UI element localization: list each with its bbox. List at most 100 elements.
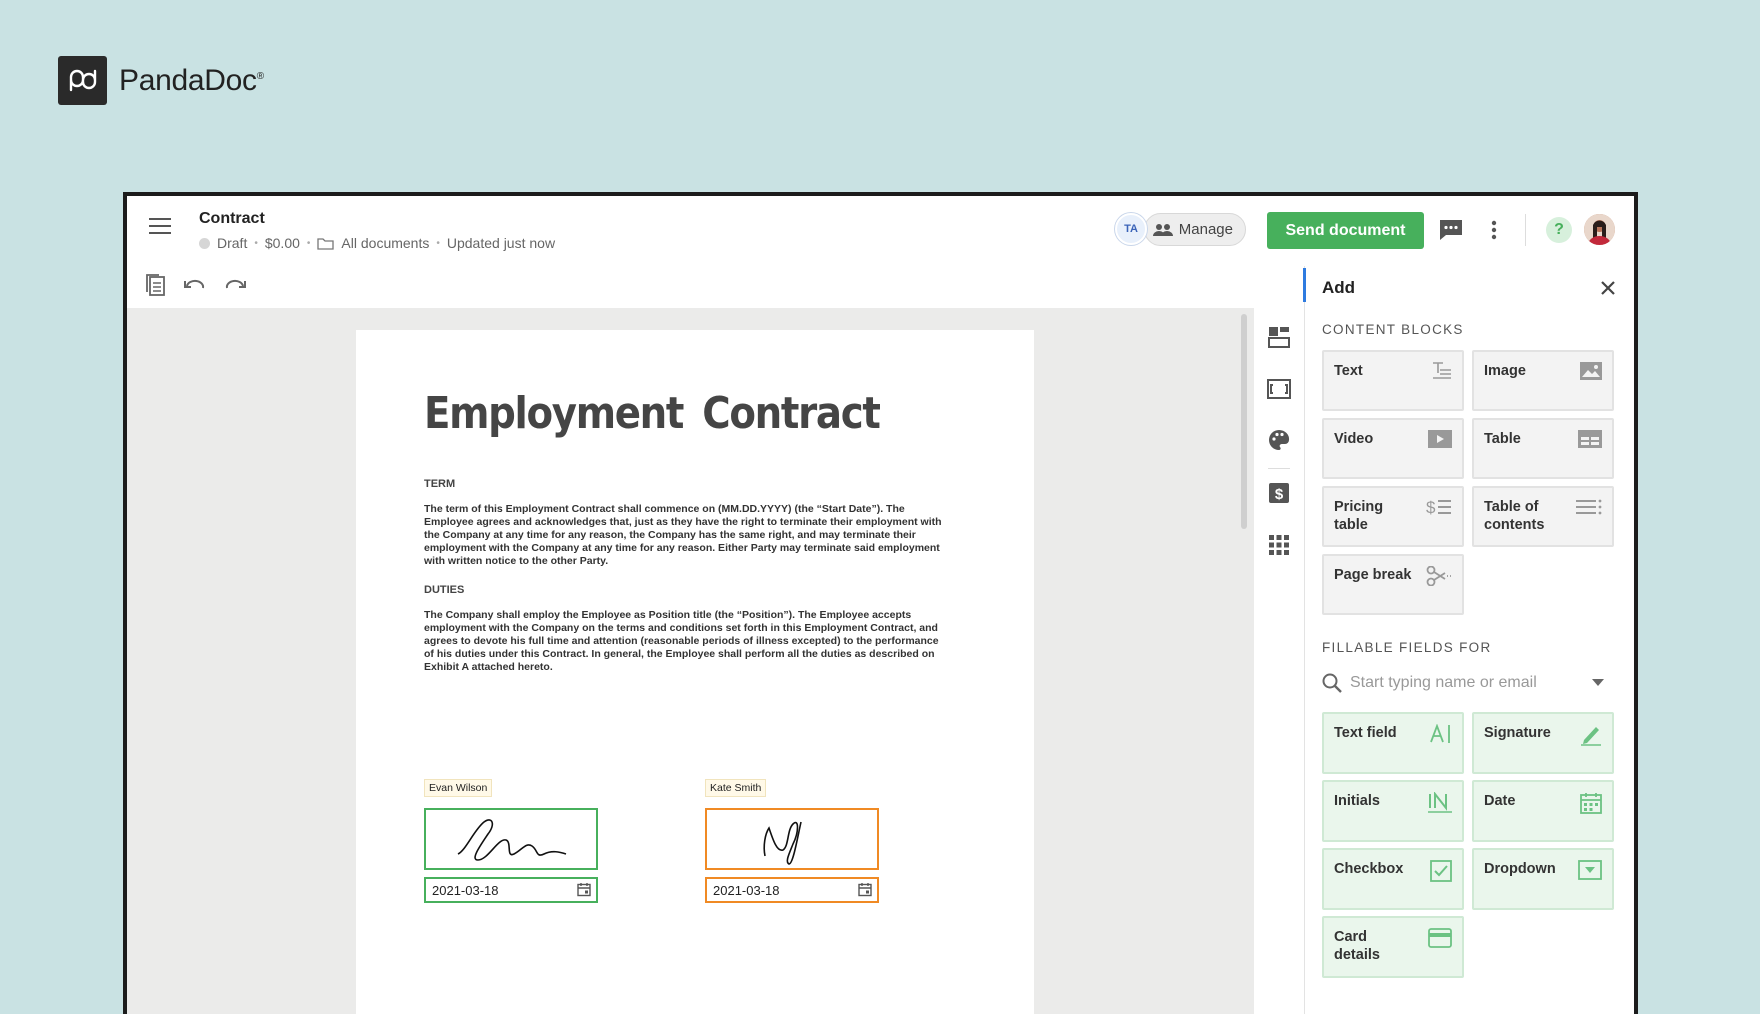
signature-field-block[interactable]: Signature — [1472, 712, 1614, 774]
updated-text: Updated just now — [446, 235, 556, 251]
video-block[interactable]: Video — [1322, 418, 1464, 479]
apps-icon[interactable] — [1266, 532, 1292, 558]
redo-icon[interactable] — [222, 272, 248, 298]
table-of-contents-block[interactable]: Table of contents — [1472, 486, 1614, 547]
signature-drawing — [457, 819, 567, 861]
scissors-icon — [1426, 566, 1451, 586]
document-meta: Draft • $0.00 • All documents • Updated … — [199, 235, 555, 251]
field-label: Text field — [1334, 725, 1397, 741]
document-heading: Employment Contract — [424, 388, 881, 439]
text-icon — [1433, 362, 1451, 379]
side-rail: $ — [1254, 308, 1304, 1014]
folder-link[interactable]: All documents — [341, 235, 429, 251]
section-title: TERM — [424, 478, 456, 490]
panel-active-indicator — [1303, 268, 1306, 302]
editor-toolbar — [127, 266, 1257, 302]
pricing-table-block[interactable]: Pricing table $ — [1322, 486, 1464, 547]
search-input[interactable] — [1350, 674, 1580, 692]
top-bar: Contract Draft • $0.00 • All documents •… — [127, 196, 1634, 266]
section-body: The Company shall employ the Employee as… — [424, 609, 939, 673]
block-label: Video — [1334, 431, 1374, 447]
send-document-button[interactable]: Send document — [1267, 212, 1424, 249]
block-label: Table — [1484, 431, 1521, 447]
dropdown-icon — [1578, 860, 1602, 880]
add-panel: Add CONTENT BLOCKS Text Image Video Tabl… — [1303, 266, 1634, 1014]
card-details-field-block[interactable]: Card details — [1322, 916, 1464, 978]
folder-icon — [317, 237, 335, 250]
pandadoc-logo-icon — [58, 56, 107, 105]
card-icon — [1428, 928, 1452, 948]
recipient-search[interactable] — [1322, 668, 1612, 698]
more-options-icon[interactable] — [1480, 216, 1508, 244]
app-window: Contract Draft • $0.00 • All documents •… — [123, 192, 1638, 1014]
undo-icon[interactable] — [182, 272, 208, 298]
date-field-block[interactable]: Date — [1472, 780, 1614, 842]
signature-field[interactable] — [424, 808, 598, 870]
brand-logo: PandaDoc® — [58, 56, 264, 105]
video-icon — [1428, 430, 1452, 448]
user-avatar[interactable] — [1584, 214, 1615, 245]
people-icon — [1152, 224, 1173, 236]
date-field[interactable]: 2021-03-18 — [705, 877, 879, 903]
palette-icon[interactable] — [1266, 427, 1292, 453]
signature-drawing — [763, 821, 802, 865]
date-value: 2021-03-18 — [432, 883, 499, 898]
status-text: Draft — [217, 235, 248, 251]
calendar-icon — [1580, 793, 1602, 814]
section-title: DUTIES — [424, 584, 465, 596]
image-block[interactable]: Image — [1472, 350, 1614, 411]
brand-name: PandaDoc® — [119, 63, 264, 97]
blocks-icon[interactable] — [1266, 324, 1292, 350]
document-page: Employment Contract TERM The term of thi… — [356, 330, 1034, 1014]
topbar-divider — [1525, 214, 1526, 246]
text-block[interactable]: Text — [1322, 350, 1464, 411]
block-label: Table of contents — [1484, 499, 1545, 533]
date-value: 2021-03-18 — [713, 883, 780, 898]
scrollbar[interactable] — [1241, 314, 1247, 529]
content-blocks-label: CONTENT BLOCKS — [1322, 322, 1464, 337]
text-field-icon — [1430, 724, 1450, 743]
signer-tag: Evan Wilson — [424, 779, 493, 797]
checkbox-field-block[interactable]: Checkbox — [1322, 848, 1464, 910]
status-dot-icon — [199, 237, 210, 249]
dropdown-field-block[interactable]: Dropdown — [1472, 848, 1614, 910]
initials-field-block[interactable]: Initials — [1322, 780, 1464, 842]
svg-text:$: $ — [1426, 498, 1436, 516]
pages-icon[interactable] — [143, 272, 169, 298]
help-button[interactable]: ? — [1546, 217, 1572, 243]
signature-field[interactable] — [705, 808, 879, 870]
date-field[interactable]: 2021-03-18 — [424, 877, 598, 903]
svg-text:$: $ — [1275, 486, 1284, 503]
table-of-contents-icon — [1576, 499, 1602, 515]
field-label: Card details — [1334, 929, 1380, 963]
pricing-icon[interactable]: $ — [1266, 480, 1292, 506]
field-label: Signature — [1484, 725, 1551, 741]
document-amount: $0.00 — [264, 235, 300, 251]
document-title: Contract — [199, 210, 265, 227]
table-block[interactable]: Table — [1472, 418, 1614, 479]
signer-tag: Kate Smith — [705, 779, 767, 797]
calendar-icon — [858, 883, 872, 897]
field-label: Initials — [1334, 793, 1380, 809]
block-label: Image — [1484, 363, 1526, 379]
panel-title: Add — [1322, 278, 1356, 297]
block-label: Pricing table — [1334, 499, 1384, 533]
close-icon[interactable] — [1598, 278, 1618, 298]
image-icon — [1580, 362, 1602, 380]
calendar-icon — [577, 883, 591, 897]
manage-label: Manage — [1178, 221, 1233, 238]
chevron-down-icon[interactable] — [1592, 679, 1604, 686]
manage-button[interactable]: Manage — [1144, 213, 1246, 246]
block-label: Text — [1334, 363, 1363, 379]
page-break-block[interactable]: Page break — [1322, 554, 1464, 615]
field-label: Date — [1484, 793, 1516, 809]
search-icon — [1322, 673, 1342, 693]
field-label: Dropdown — [1484, 861, 1556, 877]
comments-icon[interactable] — [1437, 216, 1465, 244]
fields-icon[interactable] — [1266, 376, 1292, 402]
text-field-block[interactable]: Text field — [1322, 712, 1464, 774]
recipient-avatar[interactable]: TA — [1115, 213, 1147, 245]
checkbox-icon — [1430, 860, 1452, 882]
section-body: The term of this Employment Contract sha… — [424, 503, 942, 567]
menu-icon[interactable] — [149, 218, 171, 236]
